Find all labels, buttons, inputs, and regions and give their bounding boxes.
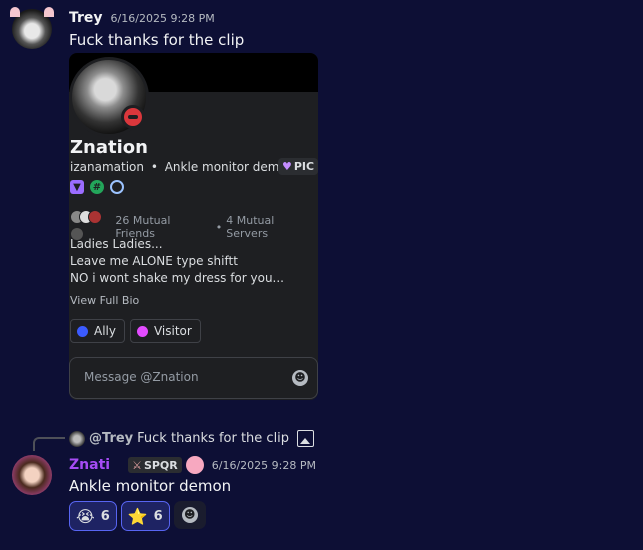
reply-avatar bbox=[69, 430, 85, 447]
role-label: Ally bbox=[94, 324, 116, 338]
reply-connector bbox=[33, 437, 65, 451]
add-reaction-icon: ☻ bbox=[181, 507, 198, 523]
star-emoji-icon: ⭐ bbox=[127, 506, 148, 526]
server-tag-label: SPQR bbox=[143, 458, 178, 472]
hypesquad-badge-icon[interactable]: # bbox=[90, 180, 104, 194]
role-label: Visitor bbox=[153, 324, 192, 338]
message-timestamp: 6/16/2025 9:28 PM bbox=[110, 12, 215, 25]
message-timestamp: 6/16/2025 9:28 PM bbox=[211, 458, 316, 472]
reaction-count: 6 bbox=[100, 508, 110, 524]
separator-dot: • bbox=[215, 220, 223, 234]
message-author[interactable]: Znati bbox=[69, 457, 110, 473]
view-full-bio-link[interactable]: View Full Bio bbox=[70, 294, 139, 307]
role-ally[interactable]: Ally bbox=[70, 319, 125, 343]
heart-icon: ♥ bbox=[282, 160, 292, 173]
sob-emoji-icon: 😭 bbox=[76, 506, 95, 526]
roles-list: Ally Visitor bbox=[70, 319, 201, 343]
server-tag[interactable]: ⚔ SPQR bbox=[128, 457, 182, 473]
profile-subtitle: izanamation • Ankle monitor demon bbox=[70, 160, 294, 174]
profile-card[interactable]: Znation izanamation • Ankle monitor demo… bbox=[69, 53, 318, 400]
reply-preview[interactable]: @Trey Fuck thanks for the clip bbox=[69, 430, 315, 447]
role-color-dot bbox=[77, 325, 88, 337]
reply-author[interactable]: @Trey bbox=[89, 431, 133, 446]
pic-badge-label: PIC bbox=[293, 160, 315, 173]
bio-line: Leave me ALONE type shiftt bbox=[70, 254, 238, 268]
bio-line: NO i wont shake my dress for you... bbox=[70, 271, 284, 285]
reaction-sob[interactable]: 😭 6 bbox=[69, 501, 117, 531]
reaction-count: 6 bbox=[153, 508, 163, 524]
message-author[interactable]: Trey bbox=[69, 10, 103, 26]
message-text: Ankle monitor demon bbox=[69, 477, 232, 495]
separator-dot: • bbox=[150, 160, 158, 174]
profile-badges: ▼ # bbox=[70, 180, 124, 194]
sword-icon: ⚔ bbox=[132, 458, 142, 472]
profile-status-text: Ankle monitor demon bbox=[164, 160, 295, 174]
emoji-icon[interactable]: ☻ bbox=[292, 370, 308, 386]
add-reaction-button[interactable]: ☻ bbox=[173, 501, 206, 529]
reply-text: Fuck thanks for the clip bbox=[137, 431, 290, 446]
bio-line: Ladies Ladies... bbox=[70, 237, 163, 251]
profile-bio: Ladies Ladies... Leave me ALONE type shi… bbox=[70, 236, 284, 287]
reactions-bar: 😭 6 ⭐ 6 ☻ bbox=[69, 501, 206, 531]
profile-display-name: Znation bbox=[70, 137, 148, 158]
dnd-status-icon bbox=[121, 105, 145, 129]
nitro-badge-icon[interactable]: ▼ bbox=[70, 180, 84, 194]
role-visitor[interactable]: Visitor bbox=[129, 319, 201, 343]
profile-username: izanamation bbox=[70, 160, 144, 174]
image-icon bbox=[297, 430, 315, 447]
reaction-star[interactable]: ⭐ 6 bbox=[120, 501, 170, 531]
znation-avatar[interactable] bbox=[12, 455, 52, 495]
trey-avatar-ears bbox=[10, 7, 54, 17]
message-text: Fuck thanks for the clip bbox=[69, 31, 245, 49]
pig-badge-icon bbox=[185, 456, 204, 474]
message-user-input[interactable]: Message @Znation ☻ bbox=[69, 357, 318, 399]
pic-badge[interactable]: ♥ PIC bbox=[278, 158, 318, 175]
boost-badge-icon[interactable] bbox=[110, 180, 124, 194]
role-color-dot bbox=[136, 325, 148, 337]
message-input-placeholder: Message @Znation bbox=[84, 370, 199, 384]
